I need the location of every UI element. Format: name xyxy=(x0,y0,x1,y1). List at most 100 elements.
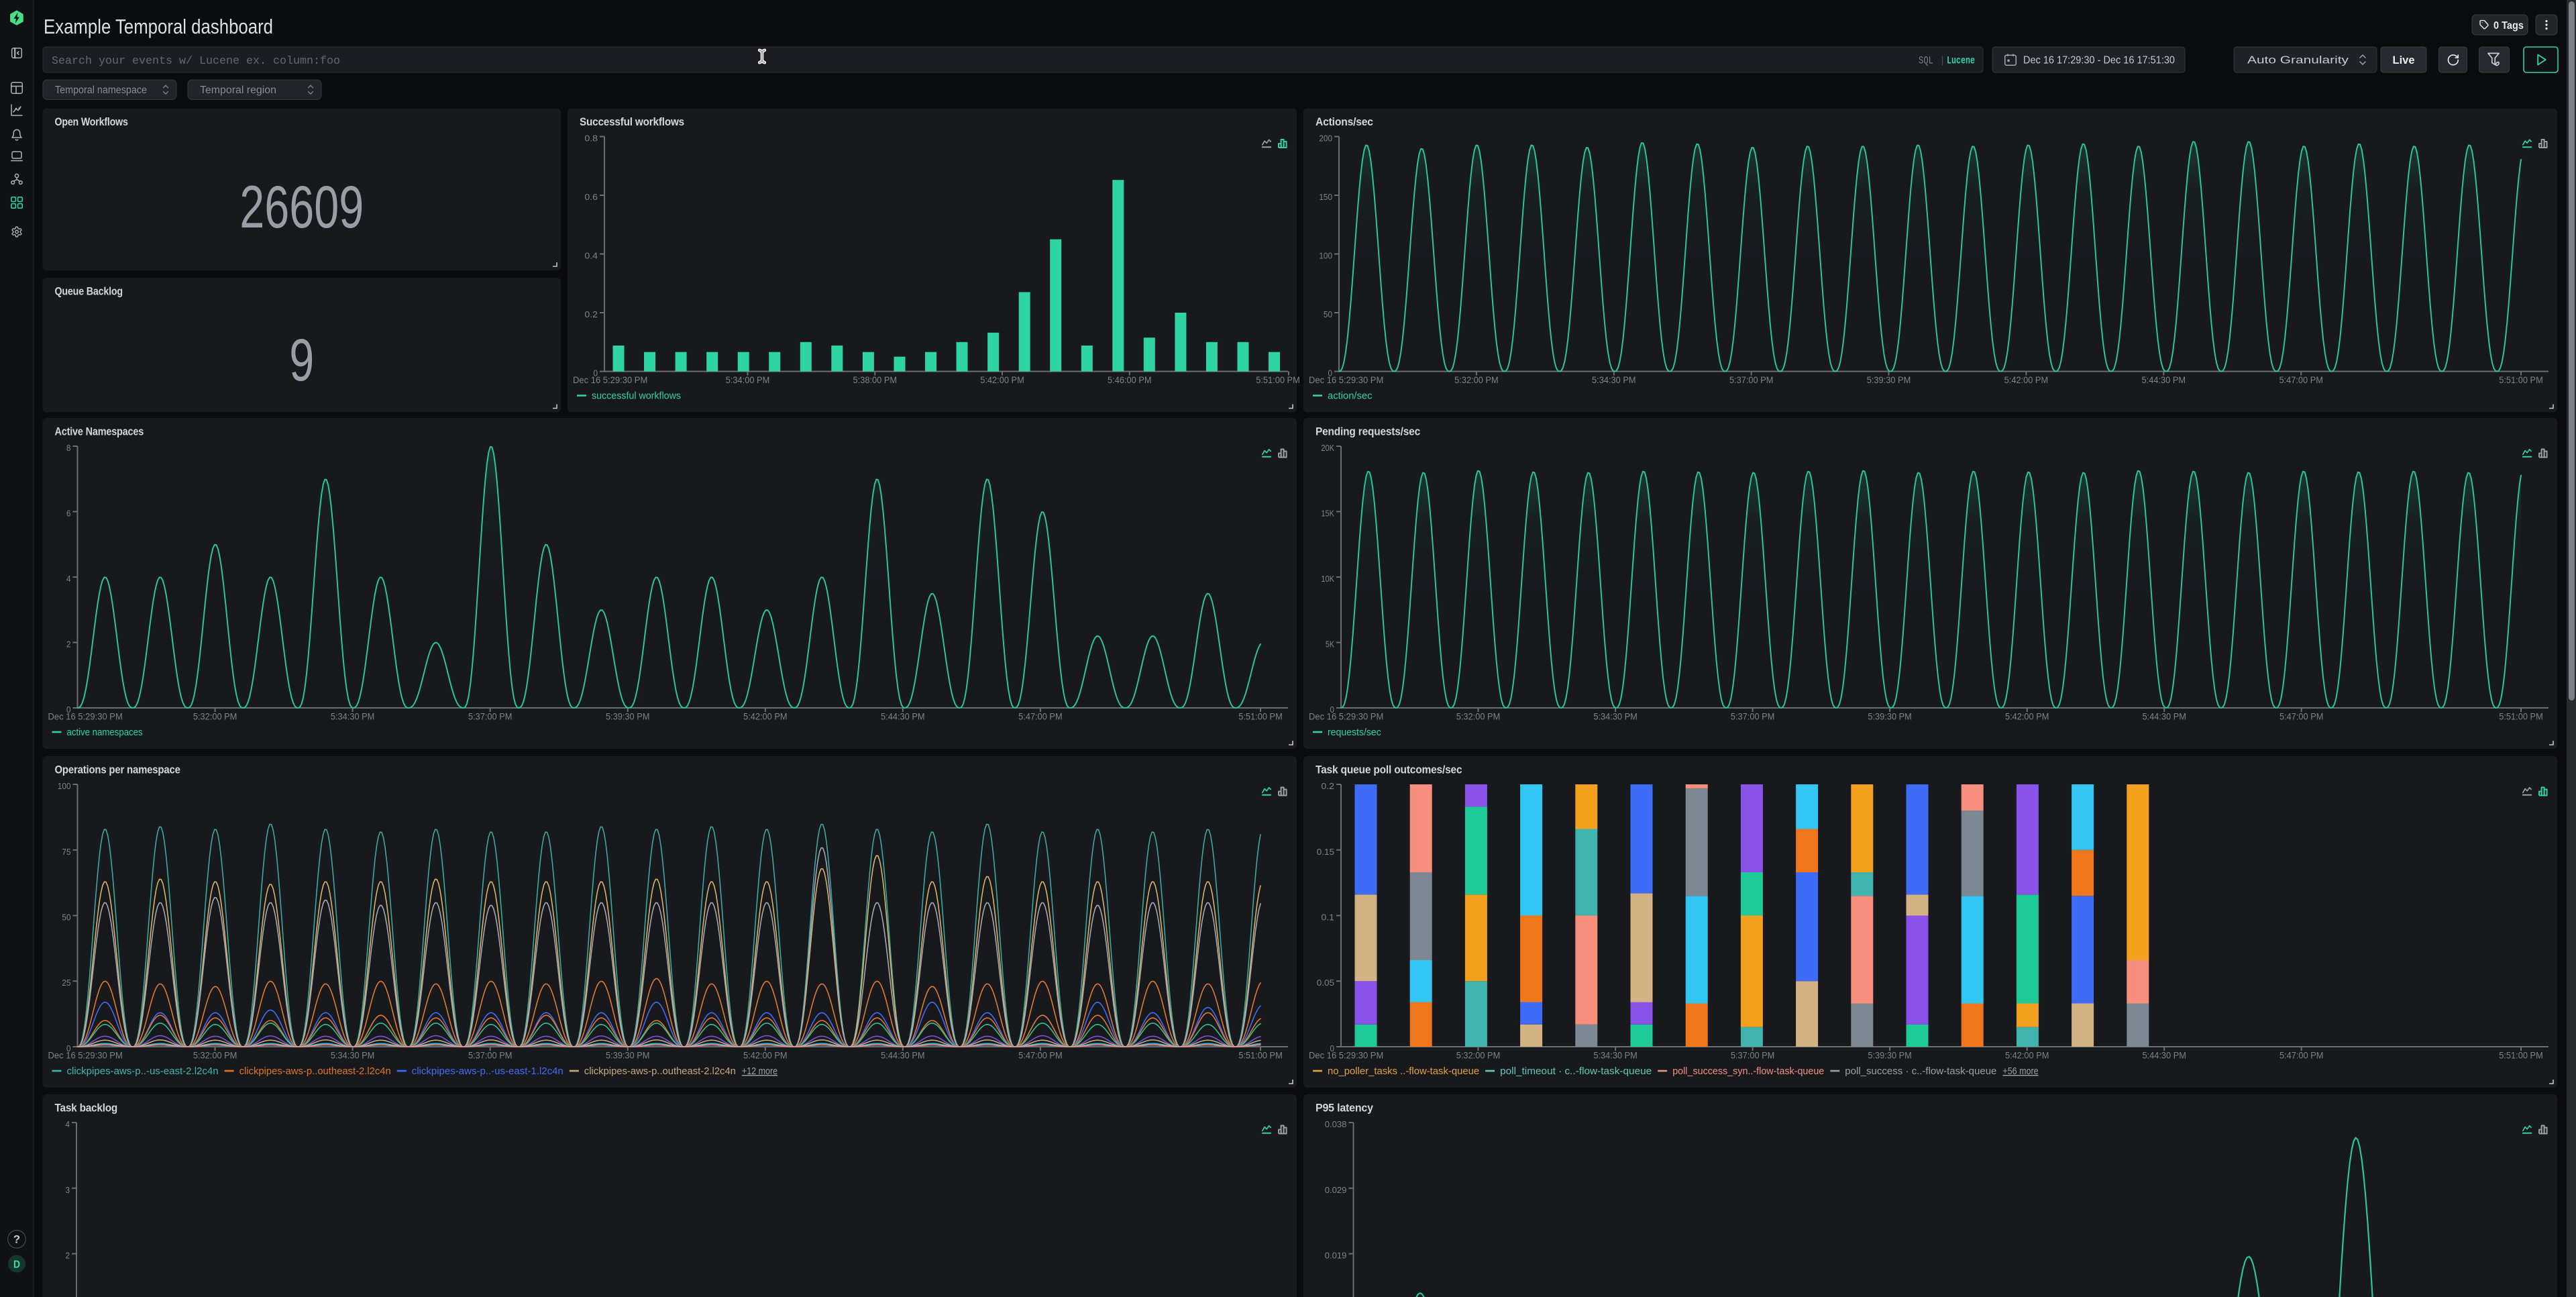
svg-text:5:32:00 PM: 5:32:00 PM xyxy=(193,1051,237,1061)
svg-text:5:51:00 PM: 5:51:00 PM xyxy=(1256,375,1300,385)
svg-text:Dec 16 5:29:30 PM: Dec 16 5:29:30 PM xyxy=(1309,1051,1383,1061)
svg-text:Actions/sec: Actions/sec xyxy=(1316,116,1373,128)
svg-text:0.05: 0.05 xyxy=(1317,978,1334,988)
svg-text:75: 75 xyxy=(62,847,70,857)
svg-text:Auto Granularity: Auto Granularity xyxy=(2247,55,2349,66)
svg-text:active namespaces: active namespaces xyxy=(67,727,143,738)
svg-text:5:42:00 PM: 5:42:00 PM xyxy=(2005,712,2049,722)
svg-text:0.038: 0.038 xyxy=(1325,1119,1347,1129)
svg-text:5:47:00 PM: 5:47:00 PM xyxy=(2279,1051,2324,1061)
svg-text:25: 25 xyxy=(62,978,70,988)
svg-text:5:44:30 PM: 5:44:30 PM xyxy=(881,1051,925,1061)
svg-text:+12 more: +12 more xyxy=(742,1066,777,1077)
svg-text:Task queue poll outcomes/sec: Task queue poll outcomes/sec xyxy=(1316,764,1462,776)
svg-text:5:37:00 PM: 5:37:00 PM xyxy=(1729,375,1774,385)
svg-text:?: ? xyxy=(13,1233,20,1246)
svg-text:Dec 16 5:29:30 PM: Dec 16 5:29:30 PM xyxy=(1309,375,1383,385)
svg-text:Pending requests/sec: Pending requests/sec xyxy=(1316,425,1420,437)
svg-text:5:44:30 PM: 5:44:30 PM xyxy=(2142,375,2186,385)
svg-text:requests/sec: requests/sec xyxy=(1328,727,1381,738)
svg-text:Queue Backlog: Queue Backlog xyxy=(55,285,123,297)
svg-text:clickpipes-aws-p..outheast-2.l: clickpipes-aws-p..outheast-2.l2c4n xyxy=(239,1066,391,1077)
svg-text:0.2: 0.2 xyxy=(1321,781,1334,791)
svg-text:3: 3 xyxy=(66,1185,70,1195)
svg-text:5:51:00 PM: 5:51:00 PM xyxy=(1238,1051,1283,1061)
svg-text:5:34:30 PM: 5:34:30 PM xyxy=(1593,712,1638,722)
svg-text:5:47:00 PM: 5:47:00 PM xyxy=(1018,712,1063,722)
svg-text:5:37:00 PM: 5:37:00 PM xyxy=(468,712,513,722)
svg-text:P95 latency: P95 latency xyxy=(1316,1102,1373,1114)
svg-text:5:47:00 PM: 5:47:00 PM xyxy=(2279,712,2324,722)
svg-text:5:39:30 PM: 5:39:30 PM xyxy=(606,1051,650,1061)
svg-text:Task backlog: Task backlog xyxy=(55,1102,118,1114)
svg-text:5:32:00 PM: 5:32:00 PM xyxy=(1456,712,1501,722)
svg-text:poll_success_syn..-flow-task-q: poll_success_syn..-flow-task-queue xyxy=(1672,1066,1824,1077)
svg-text:0.029: 0.029 xyxy=(1325,1185,1347,1195)
svg-text:5:34:30 PM: 5:34:30 PM xyxy=(1592,375,1636,385)
svg-text:5:39:30 PM: 5:39:30 PM xyxy=(1868,712,1912,722)
svg-text:Dec 16 17:29:30 - Dec 16 17:51: Dec 16 17:29:30 - Dec 16 17:51:30 xyxy=(2023,55,2175,66)
svg-text:0.4: 0.4 xyxy=(584,251,598,261)
svg-text:5:44:30 PM: 5:44:30 PM xyxy=(881,712,925,722)
svg-text:5:34:30 PM: 5:34:30 PM xyxy=(331,712,375,722)
svg-text:5:42:00 PM: 5:42:00 PM xyxy=(2005,1051,2049,1061)
svg-text:Open Workflows: Open Workflows xyxy=(55,116,128,128)
svg-text:5:44:30 PM: 5:44:30 PM xyxy=(2142,712,2186,722)
svg-text:0.15: 0.15 xyxy=(1317,847,1334,857)
svg-text:20K: 20K xyxy=(1321,443,1334,453)
svg-text:successful workflows: successful workflows xyxy=(592,391,681,402)
svg-text:5:44:30 PM: 5:44:30 PM xyxy=(2142,1051,2186,1061)
svg-text:5:51:00 PM: 5:51:00 PM xyxy=(2499,1051,2543,1061)
svg-text:action/sec: action/sec xyxy=(1328,391,1373,402)
svg-text:5:42:00 PM: 5:42:00 PM xyxy=(743,1051,788,1061)
svg-text:0.8: 0.8 xyxy=(584,134,598,144)
svg-text:Dec 16 5:29:30 PM: Dec 16 5:29:30 PM xyxy=(48,1051,123,1061)
svg-text:26609: 26609 xyxy=(239,173,364,240)
svg-text:5:51:00 PM: 5:51:00 PM xyxy=(2499,712,2543,722)
svg-text:Dec 16 5:29:30 PM: Dec 16 5:29:30 PM xyxy=(48,712,123,722)
svg-text:clickpipes-aws-p..outheast-2.l: clickpipes-aws-p..outheast-2.l2c4n xyxy=(584,1066,736,1077)
svg-text:15K: 15K xyxy=(1321,509,1334,519)
svg-text:8: 8 xyxy=(66,443,71,453)
svg-text:Live: Live xyxy=(2393,54,2415,66)
svg-text:4: 4 xyxy=(66,1119,70,1129)
svg-text:5:32:00 PM: 5:32:00 PM xyxy=(193,712,237,722)
svg-text:5:34:30 PM: 5:34:30 PM xyxy=(331,1051,375,1061)
svg-text:4: 4 xyxy=(66,574,71,584)
svg-text:5:42:00 PM: 5:42:00 PM xyxy=(980,375,1024,385)
svg-text:6: 6 xyxy=(66,509,71,519)
svg-text:2: 2 xyxy=(66,639,71,650)
svg-text:5:42:00 PM: 5:42:00 PM xyxy=(743,712,788,722)
svg-text:5:34:30 PM: 5:34:30 PM xyxy=(1593,1051,1638,1061)
svg-text:100: 100 xyxy=(1319,251,1332,261)
svg-text:5:34:00 PM: 5:34:00 PM xyxy=(726,375,770,385)
svg-text:5:39:30 PM: 5:39:30 PM xyxy=(1868,1051,1912,1061)
svg-text:5:47:00 PM: 5:47:00 PM xyxy=(1018,1051,1063,1061)
svg-text:clickpipes-aws-p..-us-east-2.l: clickpipes-aws-p..-us-east-2.l2c4n xyxy=(67,1066,219,1077)
svg-text:50: 50 xyxy=(1324,309,1332,319)
svg-text:100: 100 xyxy=(58,781,71,791)
svg-text:Active Namespaces: Active Namespaces xyxy=(55,425,144,437)
svg-text:poll_success · c..-flow-task-q: poll_success · c..-flow-task-queue xyxy=(1845,1066,1996,1077)
svg-text:5:37:00 PM: 5:37:00 PM xyxy=(468,1051,513,1061)
svg-text:5:46:00 PM: 5:46:00 PM xyxy=(1108,375,1152,385)
svg-text:Operations per namespace: Operations per namespace xyxy=(55,764,180,776)
svg-text:poll_timeout · c..-flow-task-q: poll_timeout · c..-flow-task-queue xyxy=(1500,1066,1652,1077)
svg-text:no_poller_tasks ..-flow-task-q: no_poller_tasks ..-flow-task-queue xyxy=(1328,1066,1479,1077)
svg-text:5K: 5K xyxy=(1326,639,1334,650)
svg-text:5:39:30 PM: 5:39:30 PM xyxy=(1867,375,1911,385)
svg-text:Successful workflows: Successful workflows xyxy=(580,116,684,128)
svg-text:|: | xyxy=(1939,56,1945,67)
svg-text:5:42:00 PM: 5:42:00 PM xyxy=(2004,375,2049,385)
svg-text:5:38:00 PM: 5:38:00 PM xyxy=(853,375,898,385)
svg-text:5:37:00 PM: 5:37:00 PM xyxy=(1731,712,1775,722)
svg-text:10K: 10K xyxy=(1321,574,1334,584)
svg-text:SQL: SQL xyxy=(1919,55,1933,67)
svg-text:200: 200 xyxy=(1319,134,1332,144)
svg-text:Example Temporal dashboard: Example Temporal dashboard xyxy=(44,15,273,38)
svg-text:0.1: 0.1 xyxy=(1321,913,1334,923)
svg-text:5:47:00 PM: 5:47:00 PM xyxy=(2279,375,2323,385)
svg-text:Dec 16 5:29:30 PM: Dec 16 5:29:30 PM xyxy=(573,375,647,385)
svg-text:5:37:00 PM: 5:37:00 PM xyxy=(1731,1051,1775,1061)
svg-text:5:51:00 PM: 5:51:00 PM xyxy=(1238,712,1283,722)
